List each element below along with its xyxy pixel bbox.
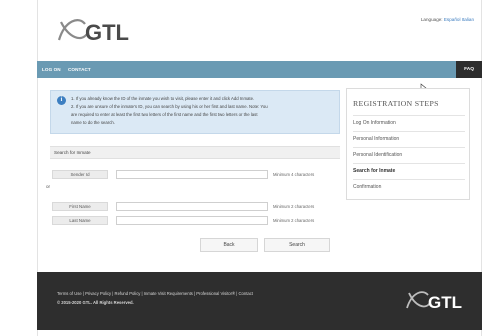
first-name-label: First Name bbox=[52, 202, 108, 211]
step-personal-identification: Personal Identification bbox=[353, 152, 403, 158]
sender-id-hint: Minimum 4 characters bbox=[273, 172, 315, 177]
gtl-swirl-icon bbox=[406, 291, 431, 309]
step-confirmation: Confirmation bbox=[353, 184, 382, 190]
last-name-label: Last Name bbox=[52, 216, 108, 225]
step-search-for-inmate: Search for Inmate bbox=[353, 168, 396, 174]
footer-copyright: © 2015-2020 GTL. All Rights Reserved. bbox=[57, 300, 134, 305]
language-link[interactable]: Español Italian bbox=[444, 17, 474, 22]
footer-links[interactable]: Terms of Use | Privacy Policy | Refund P… bbox=[57, 291, 253, 296]
language-selector: Language: Español Italian bbox=[421, 17, 474, 22]
info-text: 1. If you already know the ID of the inm… bbox=[71, 95, 337, 127]
last-name-hint: Minimum 2 characters bbox=[273, 218, 315, 223]
steps-divider bbox=[353, 131, 465, 132]
nav-contact[interactable]: CONTACT bbox=[68, 67, 91, 72]
info-line-1: 1. If you already know the ID of the inm… bbox=[71, 96, 255, 101]
steps-divider bbox=[353, 163, 465, 164]
or-separator: or bbox=[46, 184, 51, 189]
step-personal-information: Personal Information bbox=[353, 136, 400, 142]
first-name-input[interactable] bbox=[116, 202, 268, 211]
last-name-input[interactable] bbox=[116, 216, 268, 225]
gtl-swirl-icon bbox=[57, 19, 88, 41]
first-name-hint: Minimum 2 characters bbox=[273, 204, 315, 209]
nav-log-on[interactable]: LOG ON bbox=[42, 67, 61, 72]
info-line-3: are required to enter at least the first… bbox=[71, 112, 258, 117]
footer-logo-text: GTL bbox=[428, 293, 462, 312]
search-heading: Search for Inmate bbox=[50, 146, 340, 159]
registration-steps-panel: REGISTRATION STEPS Log On Information Pe… bbox=[346, 88, 470, 200]
registration-steps-title: REGISTRATION STEPS bbox=[353, 99, 439, 108]
info-icon: i bbox=[57, 96, 66, 105]
sender-id-label: Sender Id bbox=[52, 170, 108, 179]
back-button[interactable]: Back bbox=[200, 238, 258, 252]
steps-divider bbox=[353, 115, 465, 116]
language-label: Language: bbox=[420, 17, 443, 22]
nav-faq[interactable]: FAQ bbox=[456, 61, 482, 78]
gtl-logo-text: GTL bbox=[85, 20, 129, 45]
sender-id-input[interactable] bbox=[116, 170, 268, 179]
header: GTL Language: Español Italian bbox=[37, 0, 482, 60]
info-line-2: 2. If you are unsure of the inmate's ID,… bbox=[71, 104, 268, 109]
top-nav: LOG ON CONTACT FAQ bbox=[37, 61, 482, 78]
gtl-logo[interactable]: GTL bbox=[55, 10, 135, 50]
info-box: i 1. If you already know the ID of the i… bbox=[50, 90, 340, 134]
steps-divider bbox=[353, 179, 465, 180]
search-button[interactable]: Search bbox=[264, 238, 330, 252]
footer-gtl-logo: GTL bbox=[406, 291, 462, 312]
steps-divider bbox=[353, 147, 465, 148]
footer: Terms of Use | Privacy Policy | Refund P… bbox=[37, 272, 482, 330]
step-log-on-information: Log On Information bbox=[353, 120, 396, 126]
info-line-4: name to do the search. bbox=[71, 120, 115, 125]
